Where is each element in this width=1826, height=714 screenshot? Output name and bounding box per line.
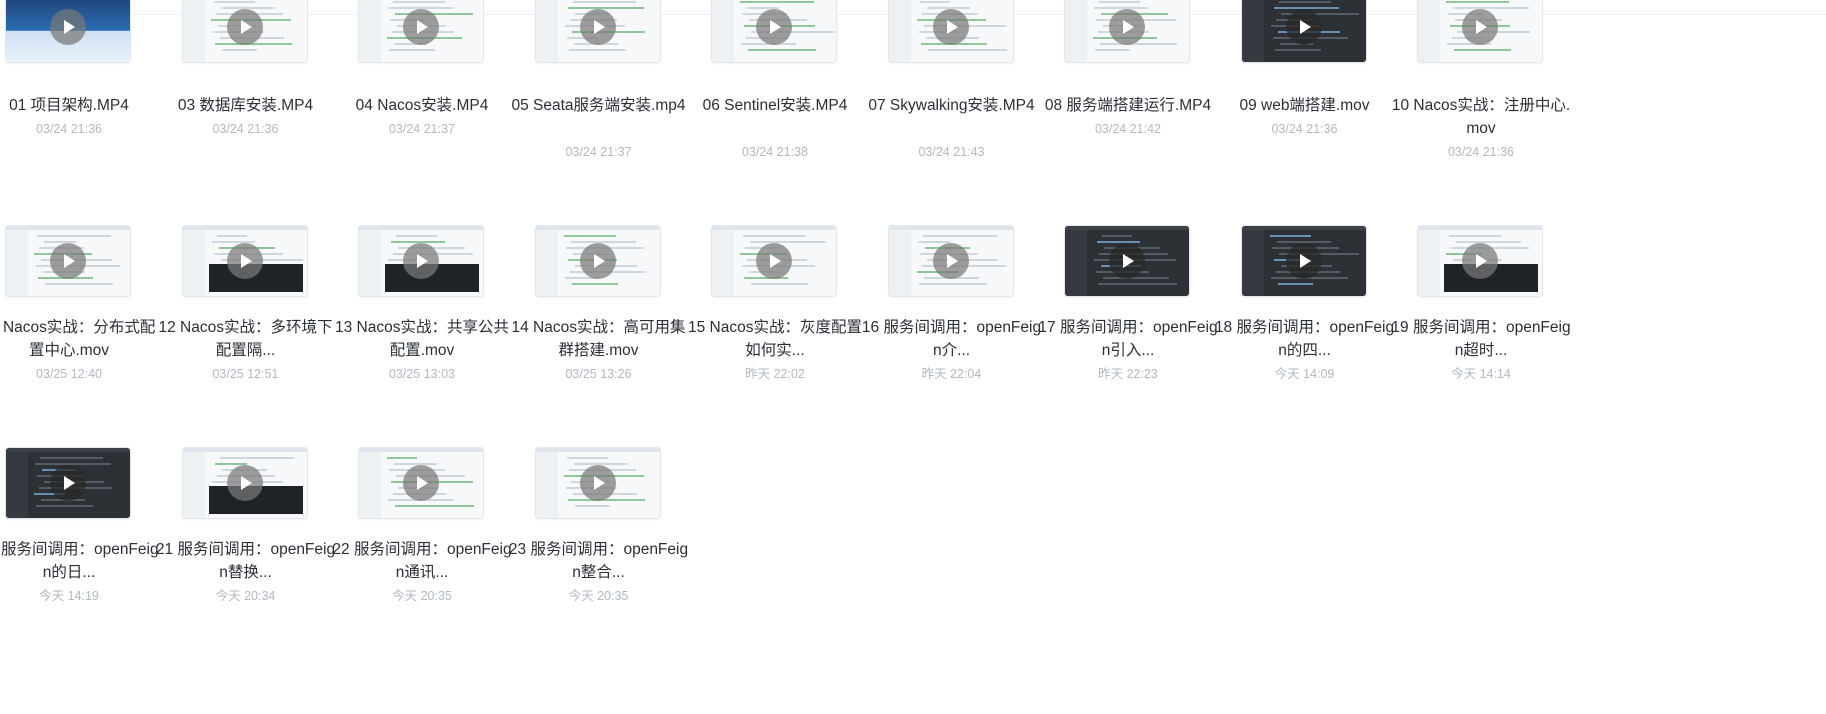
video-thumbnail[interactable] <box>535 0 660 62</box>
video-thumbnail[interactable] <box>535 226 660 296</box>
play-icon[interactable] <box>50 243 86 279</box>
file-modified-date: 03/24 21:36 <box>1271 122 1338 136</box>
play-icon[interactable] <box>932 243 969 279</box>
file-modified-date: 03/24 21:36 <box>212 122 279 136</box>
file-modified-date: 昨天 22:23 <box>1098 367 1158 381</box>
file-modified-date: 03/25 12:51 <box>212 367 279 381</box>
play-icon[interactable] <box>226 243 263 279</box>
file-modified-date: 昨天 22:02 <box>745 367 805 381</box>
video-thumbnail[interactable] <box>535 448 660 518</box>
play-icon[interactable] <box>932 9 969 45</box>
file-modified-date: 今天 20:35 <box>568 589 629 603</box>
file-modified-date: 03/25 13:03 <box>388 367 456 381</box>
play-icon[interactable] <box>579 243 616 279</box>
video-thumbnail[interactable] <box>6 0 130 62</box>
file-name: 08 服务端搭建运行.MP4 <box>1044 97 1212 114</box>
video-thumbnail[interactable] <box>359 0 483 62</box>
video-thumbnail[interactable] <box>359 226 483 296</box>
video-thumbnail[interactable] <box>182 0 307 62</box>
file-name: 12 Nacos实战：多环境下配置隔... <box>158 319 333 359</box>
file-modified-date: 03/24 21:37 <box>565 145 632 159</box>
file-name: 13 Nacos实战：共享公共配置.mov <box>335 319 509 359</box>
video-thumbnail[interactable] <box>712 0 836 62</box>
file-name: 17 服务间调用：openFeign引入... <box>1038 319 1218 359</box>
video-thumbnail[interactable] <box>888 0 1013 62</box>
video-thumbnail[interactable] <box>182 448 307 518</box>
file-modified-date: 03/24 21:36 <box>1447 145 1515 159</box>
play-icon[interactable] <box>579 465 616 501</box>
file-name: 04 Nacos安装.MP4 <box>355 97 489 114</box>
video-thumbnail[interactable] <box>1065 0 1189 62</box>
play-icon[interactable] <box>50 465 86 501</box>
video-thumbnail[interactable] <box>1241 226 1366 296</box>
video-thumbnail[interactable] <box>182 226 307 296</box>
video-thumbnail[interactable] <box>359 448 483 518</box>
video-thumbnail[interactable] <box>6 226 130 296</box>
file-modified-date: 03/24 21:43 <box>918 145 985 159</box>
file-name: 01 项目架构.MP4 <box>9 97 129 114</box>
play-icon[interactable] <box>403 465 439 501</box>
play-icon[interactable] <box>1462 243 1498 279</box>
play-icon[interactable] <box>50 9 86 45</box>
file-modified-date: 今天 20:34 <box>215 589 276 603</box>
file-name: 06 Sentinel安装.MP4 <box>702 97 848 114</box>
play-icon[interactable] <box>756 243 792 279</box>
file-name: 21 服务间调用：openFeign替换... <box>155 541 336 581</box>
file-modified-date: 03/25 13:26 <box>565 367 632 381</box>
play-icon[interactable] <box>1109 243 1145 279</box>
file-name: 19 服务间调用：openFeign超时... <box>1391 319 1571 359</box>
file-name: 09 web端搭建.mov <box>1239 97 1370 114</box>
play-icon[interactable] <box>756 9 792 45</box>
video-thumbnail[interactable] <box>1418 0 1542 62</box>
file-grid: 01 项目架构.MP4 03/24 21:36 03 数据库安装.MP4 03/24 … <box>0 0 1826 714</box>
file-name: 22 服务间调用：openFeign通讯... <box>332 541 512 581</box>
video-thumbnail[interactable] <box>1241 0 1366 62</box>
file-modified-date: 03/24 21:37 <box>388 122 456 136</box>
play-icon[interactable] <box>226 9 263 45</box>
file-modified-date: 03/24 21:38 <box>741 145 809 159</box>
file-name: 15 Nacos实战：灰度配置如何实... <box>688 319 862 359</box>
play-icon[interactable] <box>226 465 263 501</box>
file-name: 23 服务间调用：openFeign整合... <box>508 541 689 581</box>
file-modified-date: 今天 14:19 <box>39 589 99 603</box>
file-name: 05 Seata服务端安装.mp4 <box>511 97 686 114</box>
play-icon[interactable] <box>1285 9 1322 45</box>
play-icon[interactable] <box>579 9 616 45</box>
play-icon[interactable] <box>1285 243 1322 279</box>
file-modified-date: 03/24 21:42 <box>1094 122 1162 136</box>
file-modified-date: 03/25 12:40 <box>35 367 103 381</box>
file-name: 18 服务间调用：openFeign的四... <box>1214 319 1395 359</box>
play-icon[interactable] <box>1462 9 1498 45</box>
file-modified-date: 今天 14:09 <box>1274 367 1335 381</box>
file-name: 11 Nacos实战：分布式配置中心.mov <box>0 319 156 359</box>
file-modified-date: 今天 20:35 <box>392 589 452 603</box>
file-name: 14 Nacos实战：高可用集群搭建.mov <box>511 319 686 359</box>
file-name: 10 Nacos实战：注册中心.mov <box>1391 97 1571 137</box>
file-modified-date: 昨天 22:04 <box>921 367 982 381</box>
video-thumbnail[interactable] <box>1065 226 1189 296</box>
video-thumbnail[interactable] <box>6 448 130 518</box>
file-name: 20 服务间调用：openFeign的日... <box>0 541 159 581</box>
file-name: 16 服务间调用：openFeign介... <box>861 319 1042 359</box>
file-modified-date: 今天 14:14 <box>1451 367 1511 381</box>
file-modified-date: 03/24 21:36 <box>35 122 103 136</box>
video-thumbnail[interactable] <box>1418 226 1542 296</box>
play-icon[interactable] <box>1109 9 1145 45</box>
play-icon[interactable] <box>403 243 439 279</box>
video-thumbnail[interactable] <box>712 226 836 296</box>
file-name: 07 Skywalking安装.MP4 <box>868 97 1035 114</box>
play-icon[interactable] <box>403 9 439 45</box>
video-thumbnail[interactable] <box>888 226 1013 296</box>
file-name: 03 数据库安装.MP4 <box>177 97 314 114</box>
